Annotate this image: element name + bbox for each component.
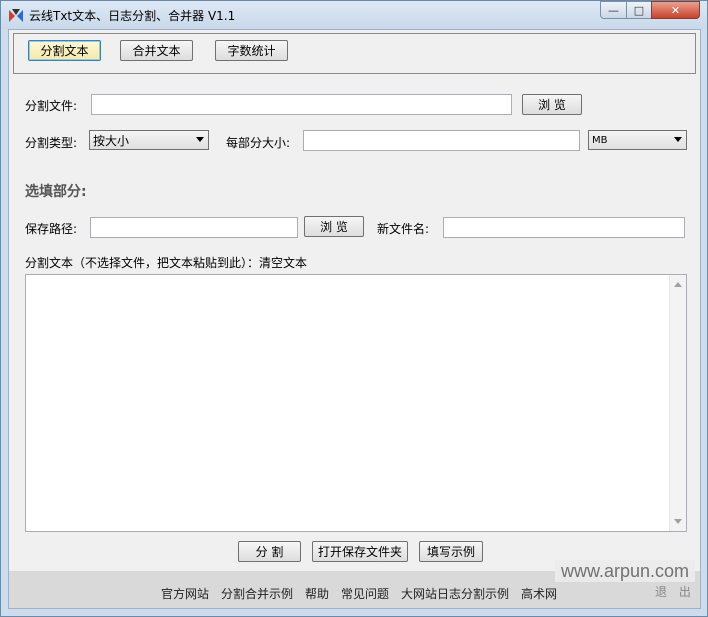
textarea-scrollbar[interactable] bbox=[669, 275, 686, 531]
app-logo-icon bbox=[9, 9, 23, 22]
part-size-label: 每部分大小: bbox=[226, 136, 291, 150]
title-bar: 云线Txt文本、日志分割、合并器 V1.1 — □ ✕ bbox=[1, 1, 707, 29]
app-window: 云线Txt文本、日志分割、合并器 V1.1 — □ ✕ 分割文本 合并文本 字数… bbox=[0, 0, 708, 617]
save-path-input[interactable] bbox=[90, 217, 298, 238]
fill-example-button[interactable]: 填写示例 bbox=[419, 541, 483, 562]
clear-text-link[interactable]: 清空文本 bbox=[259, 256, 307, 270]
size-unit-select[interactable]: MB bbox=[588, 130, 687, 150]
new-filename-label: 新文件名: bbox=[377, 222, 430, 236]
split-file-label: 分割文件: bbox=[25, 99, 78, 113]
size-unit-value: MB bbox=[592, 134, 608, 146]
tab-split-text[interactable]: 分割文本 bbox=[28, 40, 101, 61]
footer-link-log-split-example[interactable]: 大网站日志分割示例 bbox=[401, 585, 509, 602]
footer-link-official-site[interactable]: 官方网站 bbox=[161, 585, 209, 602]
tab-merge-text[interactable]: 合并文本 bbox=[120, 40, 193, 61]
optional-section-title: 选填部分: bbox=[25, 184, 87, 200]
footer-link-help[interactable]: 帮助 bbox=[305, 585, 329, 602]
split-type-label: 分割类型: bbox=[25, 136, 78, 150]
mode-tab-bar: 分割文本 合并文本 字数统计 bbox=[13, 33, 696, 74]
maximize-button[interactable]: □ bbox=[626, 1, 652, 19]
save-path-label: 保存路径: bbox=[25, 222, 78, 236]
split-text-hint-label: 分割文本（不选择文件，把文本粘贴到此）： bbox=[25, 256, 260, 270]
split-type-select[interactable]: 按大小 bbox=[89, 130, 209, 150]
part-size-input[interactable] bbox=[303, 130, 580, 151]
scroll-up-arrow-icon[interactable] bbox=[674, 282, 682, 287]
split-type-value: 按大小 bbox=[93, 133, 130, 148]
scroll-down-arrow-icon[interactable] bbox=[674, 519, 682, 524]
close-button[interactable]: ✕ bbox=[651, 1, 700, 19]
footer-link-split-merge-example[interactable]: 分割合并示例 bbox=[221, 585, 293, 602]
exit-button[interactable]: 退 出 bbox=[655, 583, 695, 600]
chevron-down-icon bbox=[196, 137, 204, 142]
split-file-input[interactable] bbox=[91, 94, 512, 115]
window-title: 云线Txt文本、日志分割、合并器 V1.1 bbox=[29, 9, 236, 23]
minimize-button[interactable]: — bbox=[600, 1, 627, 19]
chevron-down-icon bbox=[674, 137, 682, 142]
new-filename-input[interactable] bbox=[443, 217, 685, 238]
open-folder-button[interactable]: 打开保存文件夹 bbox=[312, 541, 408, 562]
split-text-hint: 分割文本（不选择文件，把文本粘贴到此）：清空文本 bbox=[25, 254, 307, 271]
footer-link-gaoshu[interactable]: 高术网 bbox=[521, 585, 557, 602]
split-button[interactable]: 分 割 bbox=[238, 541, 301, 562]
footer-link-faq[interactable]: 常见问题 bbox=[341, 585, 389, 602]
browse-file-button[interactable]: 浏 览 bbox=[522, 94, 582, 115]
site-watermark: www.arpun.com bbox=[555, 560, 695, 582]
split-text-area[interactable] bbox=[25, 274, 687, 532]
client-area: 分割文本 合并文本 字数统计 分割文件: 浏 览 分割类型: 按大小 每部分大小… bbox=[8, 29, 701, 609]
tab-word-count[interactable]: 字数统计 bbox=[215, 40, 288, 61]
browse-path-button[interactable]: 浏 览 bbox=[304, 216, 364, 237]
